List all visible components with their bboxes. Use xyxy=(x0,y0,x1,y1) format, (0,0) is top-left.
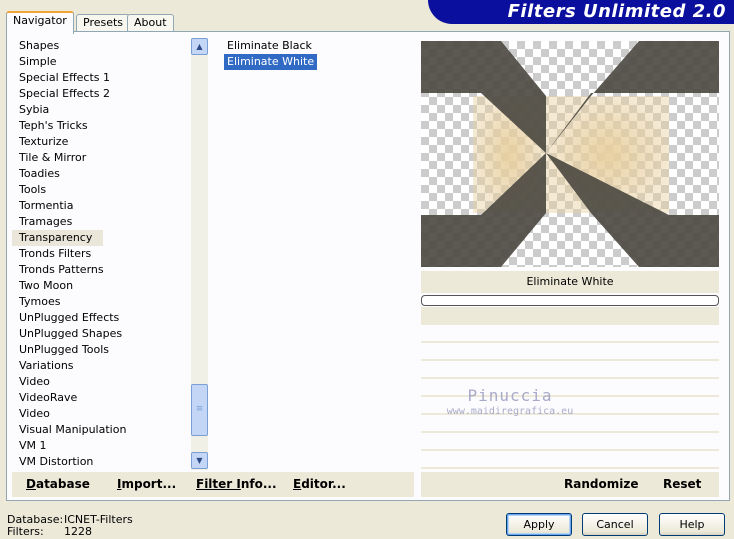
category-item[interactable]: Tronds Filters xyxy=(12,246,190,262)
category-item[interactable]: UnPlugged Tools xyxy=(12,342,190,358)
tab-presets[interactable]: Presets xyxy=(76,14,131,32)
scroll-up-button[interactable]: ▲ xyxy=(191,38,208,55)
parameter-row xyxy=(421,307,719,325)
parameter-row xyxy=(421,415,719,433)
category-item[interactable]: VideoRave xyxy=(12,390,190,406)
category-list[interactable]: Shapes Simple Special Effects 1 Special Eff… xyxy=(12,38,190,470)
filter-item[interactable]: Eliminate Black xyxy=(224,38,315,54)
parameter-row xyxy=(421,433,719,451)
category-item[interactable]: Video xyxy=(12,406,190,422)
category-item[interactable]: Tile & Mirror xyxy=(12,150,190,166)
category-item[interactable]: Shapes xyxy=(12,38,190,54)
category-item[interactable]: Tormentia xyxy=(12,198,190,214)
category-item[interactable]: Tools xyxy=(12,182,190,198)
filters-count: 1228 xyxy=(64,525,92,538)
apply-button[interactable]: Apply xyxy=(506,513,572,536)
category-item[interactable]: Texturize xyxy=(12,134,190,150)
tab-navigator[interactable]: Navigator xyxy=(6,11,74,34)
category-scrollbar[interactable]: ▲ ≡ ▼ xyxy=(191,38,208,470)
category-item[interactable]: Sybia xyxy=(12,102,190,118)
filter-item[interactable]: Eliminate White xyxy=(224,54,318,70)
filters-label: Filters: xyxy=(7,525,44,538)
parameter-row xyxy=(421,361,719,379)
scroll-thumb[interactable]: ≡ xyxy=(191,384,208,436)
brand-banner: Filters Unlimited 2.0 xyxy=(428,0,734,24)
randomize-button[interactable]: Randomize xyxy=(564,472,638,497)
import-button[interactable]: Import... xyxy=(117,472,176,497)
preview-filter-name: Eliminate White xyxy=(526,275,614,288)
scroll-down-button[interactable]: ▼ xyxy=(191,452,208,469)
help-button[interactable]: Help xyxy=(659,513,725,536)
database-info: Database:ICNET-Filters Filters: 1228 xyxy=(7,514,133,538)
category-item[interactable]: Special Effects 1 xyxy=(12,70,190,86)
category-item[interactable]: Visual Manipulation xyxy=(12,422,190,438)
watermark-url: www.maidiregrafica.eu xyxy=(446,406,574,417)
parameter-row xyxy=(421,451,719,469)
category-item[interactable]: Special Effects 2 xyxy=(12,86,190,102)
cancel-button[interactable]: Cancel xyxy=(582,513,648,536)
right-button-bar: Randomize Reset xyxy=(421,472,719,497)
editor-button[interactable]: Editor... xyxy=(293,472,346,497)
reset-button[interactable]: Reset xyxy=(663,472,701,497)
category-item[interactable]: Tymoes xyxy=(12,294,190,310)
category-item[interactable]: VM Distortion xyxy=(12,454,190,470)
parameter-row xyxy=(421,325,719,343)
progress-bar xyxy=(421,295,719,306)
category-item[interactable]: Tronds Patterns xyxy=(12,262,190,278)
category-item[interactable]: Transparency xyxy=(12,230,103,246)
category-item[interactable]: Toadies xyxy=(12,166,190,182)
category-item[interactable]: Variations xyxy=(12,358,190,374)
left-button-bar: Database Import... Filter Info... Editor… xyxy=(12,472,414,497)
category-item[interactable]: UnPlugged Effects xyxy=(12,310,190,326)
preview-label-box: Eliminate White xyxy=(421,271,719,293)
tab-about[interactable]: About xyxy=(127,14,174,32)
category-item[interactable]: VM 1 xyxy=(12,438,190,454)
category-item[interactable]: Video xyxy=(12,374,190,390)
category-item[interactable]: UnPlugged Shapes xyxy=(12,326,190,342)
watermark-name: Pinuccia xyxy=(467,386,553,405)
category-item[interactable]: Teph's Tricks xyxy=(12,118,190,134)
preview-image xyxy=(421,41,719,267)
parameter-row xyxy=(421,343,719,361)
category-item[interactable]: Two Moon xyxy=(12,278,190,294)
filter-list[interactable]: Eliminate Black Eliminate White xyxy=(214,38,414,470)
watermark: Pinuccia www.maidiregrafica.eu xyxy=(440,386,580,417)
database-button[interactable]: Database xyxy=(26,472,90,497)
category-item[interactable]: Tramages xyxy=(12,214,190,230)
category-item[interactable]: Simple xyxy=(12,54,190,70)
filter-info-button[interactable]: Filter Info... xyxy=(196,472,277,497)
